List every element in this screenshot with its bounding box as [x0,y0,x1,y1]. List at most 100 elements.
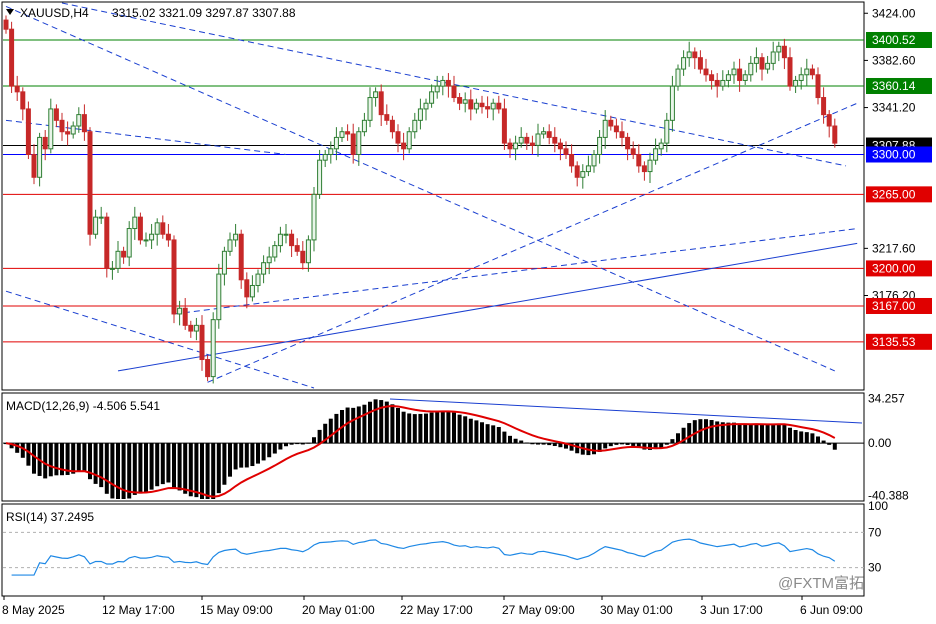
macd-bar [485,424,490,444]
bullish-candle [664,119,670,144]
macd-bar [205,443,210,499]
macd-bar [183,443,188,494]
macd-tick-label: 34.257 [868,392,905,406]
bearish-candle [384,114,390,121]
macd-bar [435,411,440,444]
bearish-candle [104,216,110,269]
time-tick-label: 22 May 17:00 [400,603,473,617]
macd-bar [228,443,232,477]
macd-bar [43,443,48,479]
bearish-candle [31,153,37,178]
macd-bar [457,414,462,444]
bullish-candle [233,233,239,241]
bullish-candle [373,91,379,99]
bearish-candle [630,148,636,155]
bearish-candle [165,233,171,241]
bearish-candle [496,102,502,110]
macd-bar [799,431,804,444]
bearish-candle [737,68,743,81]
bullish-candle [322,153,328,161]
bullish-candle [266,256,272,264]
macd-bar [356,406,361,444]
bullish-candle [193,324,199,332]
macd-bar [144,443,148,492]
macd-bar [233,443,238,470]
macd-bar [116,443,120,499]
bearish-candle [714,79,720,87]
macd-bar [334,413,339,444]
bearish-candle [507,142,513,150]
price-panel[interactable] [1,1,865,391]
macd-bar [603,443,608,449]
bullish-candle [149,233,155,241]
bullish-candle [770,51,776,64]
macd-tick-label: 0.00 [868,436,892,450]
bullish-candle [462,99,468,104]
rsi-panel[interactable] [1,503,865,597]
bullish-candle [686,51,692,59]
bullish-candle [434,85,440,93]
macd-bar [328,418,333,444]
macd-bar [804,432,809,444]
bearish-candle [625,136,631,150]
price-level-label: 3360.14 [872,79,916,93]
macd-bar [508,435,512,444]
time-axis: 8 May 2025 12 May 17:00 15 May 09:00 20 May… [2,596,863,617]
bearish-candle [289,233,295,247]
macd-bar [48,443,53,477]
bearish-candle [569,153,575,167]
bullish-candle [333,136,339,150]
bearish-candle [468,99,474,110]
bullish-candle [216,273,222,321]
bearish-candle [809,68,815,76]
xauusd-chart[interactable]: 3424.003382.603341.203217.603176.203400.… [0,0,936,624]
macd-bar [816,436,820,444]
bullish-candle [221,250,227,275]
macd-bar [82,443,87,471]
bearish-candle [188,324,194,332]
bearish-candle [345,131,351,135]
bearish-candle [563,148,569,155]
macd-bar [155,443,160,487]
price-level-label: 3300.00 [872,147,916,161]
bullish-candle [339,131,345,138]
bearish-candle [395,131,401,144]
bearish-candle [787,57,793,87]
macd-bar [704,419,708,444]
macd-bar [244,443,249,468]
bearish-candle [401,142,407,150]
bullish-candle [681,57,687,70]
bullish-candle [126,228,132,258]
time-tick-label: 3 Jun 17:00 [700,603,763,617]
bearish-candle [294,245,300,252]
bearish-candle [350,133,356,155]
macd-bar [104,443,109,494]
bearish-candle [709,74,715,81]
bullish-candle [328,148,334,155]
macd-bar [827,443,832,445]
macd-bar [138,443,143,494]
bearish-candle [636,153,642,167]
bullish-candle [798,74,804,81]
price-axis: 3424.003382.603341.203217.603176.203400.… [864,6,932,575]
bullish-candle [423,102,429,110]
macd-bar [71,443,76,474]
bullish-candle [793,79,799,87]
bullish-candle [115,250,121,269]
macd-bar [530,443,535,445]
macd-bar [771,424,776,444]
bearish-candle [703,68,709,76]
time-tick-label: 20 May 01:00 [302,603,375,617]
macd-bar [222,443,227,485]
macd-bar [821,440,826,444]
bearish-candle [59,119,65,133]
bullish-candle [356,131,362,155]
macd-bar [211,443,216,499]
macd-bar [608,443,613,447]
ohlc-values: 3315.02 3321.09 3297.87 3307.88 [112,6,296,20]
macd-bar [468,418,473,444]
time-tick-label: 27 May 09:00 [502,603,575,617]
bearish-candle [14,85,20,93]
macd-bar [810,433,815,444]
macd-bar [368,401,372,444]
